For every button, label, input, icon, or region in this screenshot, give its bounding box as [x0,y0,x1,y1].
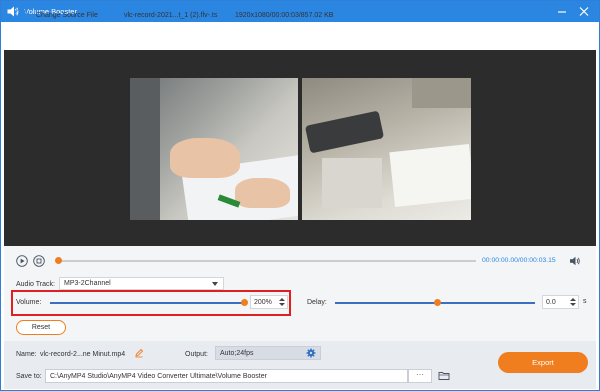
video-preview [4,50,596,246]
pencil-icon[interactable] [134,348,144,358]
playback-progress-track[interactable] [58,260,476,262]
playback-timecode: 00:00:00.00/00:00:03.15 [482,257,556,264]
audio-track-label: Audio Track: [16,281,55,288]
audio-track-value: MP3-2Channel [64,280,111,287]
playback-progress-handle[interactable] [55,257,62,264]
volume-value: 200% [254,299,272,306]
save-to-label: Save to: [16,373,42,380]
reset-button[interactable]: Reset [16,320,66,335]
save-path-field[interactable]: C:\AnyMP4 Studio\AnyMP4 Video Converter … [45,369,408,383]
name-label: Name: [16,351,37,358]
output-label: Output: [185,351,208,358]
volume-slider-track[interactable] [50,302,246,304]
folder-icon[interactable] [438,370,450,381]
delay-slider-handle[interactable] [434,299,441,306]
delay-value: 0.0 [546,299,556,306]
speaker-icon[interactable] [569,255,581,267]
preview-frame-output [302,78,471,220]
export-button[interactable]: Export [498,352,588,373]
audio-track-select[interactable]: MP3-2Channel [59,277,224,290]
stop-icon[interactable] [33,255,45,267]
chevron-down-icon [212,282,218,286]
play-icon[interactable] [16,255,28,267]
delay-input[interactable]: 0.0 [542,295,579,309]
minimize-icon[interactable] [555,5,569,18]
delay-label: Delay: [307,299,327,306]
volume-up-icon[interactable] [279,298,285,301]
delay-down-icon[interactable] [570,303,576,306]
output-file-name: vlc-record-2...ne Minut.mp4 [40,351,126,358]
close-icon[interactable] [577,5,591,18]
volume-booster-window: Volume Booster Change Source File vlc-re… [0,0,600,391]
volume-label: Volume: [16,299,42,306]
change-source-button[interactable]: Change Source File [36,12,98,19]
add-circle-icon[interactable] [14,8,28,22]
source-file-name: vlc-record-2021...t_1 (2).flv-.ts [124,12,218,19]
volume-down-icon[interactable] [279,303,285,306]
browse-button[interactable]: ··· [408,369,432,383]
volume-slider-handle[interactable] [241,299,248,306]
delay-up-icon[interactable] [570,298,576,301]
delay-unit: s [583,298,587,305]
source-toolbar [1,22,599,50]
source-file-meta: 1920x1080/00:00:03/857.02 KB [235,12,334,19]
preview-frame-original [130,78,298,220]
gear-icon[interactable] [306,348,316,358]
volume-input[interactable]: 200% [250,295,288,309]
